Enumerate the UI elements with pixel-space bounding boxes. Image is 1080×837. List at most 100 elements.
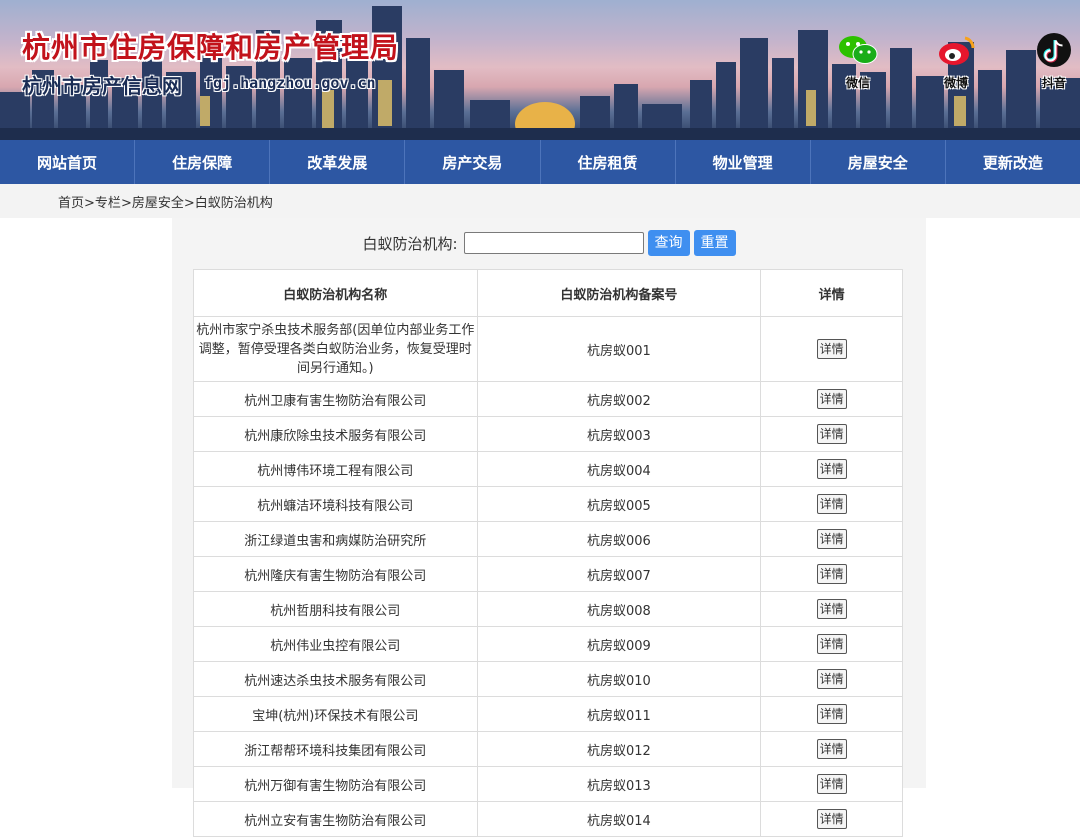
detail-button[interactable]: 详情 — [816, 529, 847, 549]
nav-item-rental[interactable]: 住房租赁 — [541, 140, 676, 184]
douyin-label: 抖音 — [1041, 76, 1066, 90]
nav-item-property-management[interactable]: 物业管理 — [676, 140, 811, 184]
content-panel: 白蚁防治机构: 查询 重置 白蚁防治机构名称 白蚁防治机构备案号 详情 杭州市家… — [172, 218, 926, 837]
detail-button[interactable]: 详情 — [816, 389, 847, 409]
org-name-cell: 杭州隆庆有害生物防治有限公司 — [193, 556, 478, 592]
org-name-cell: 杭州哲朋科技有限公司 — [193, 591, 478, 627]
table-row: 杭州卫康有害生物防治有限公司 杭房蚁002 详情 — [193, 381, 903, 417]
nav-item-home[interactable]: 网站首页 — [0, 140, 136, 184]
org-name-cell: 杭州博伟环境工程有限公司 — [193, 451, 478, 487]
table-row: 杭州博伟环境工程有限公司 杭房蚁004 详情 — [193, 451, 903, 487]
search-label: 白蚁防治机构: — [362, 234, 458, 253]
org-code-cell: 杭房蚁011 — [476, 696, 762, 732]
detail-cell: 详情 — [760, 556, 903, 592]
query-button[interactable]: 查询 — [647, 230, 690, 256]
detail-cell: 详情 — [760, 381, 903, 417]
org-name-cell: 杭州康欣除虫技术服务有限公司 — [193, 416, 478, 452]
nav-item-renewal[interactable]: 更新改造 — [946, 140, 1080, 184]
detail-button[interactable]: 详情 — [816, 599, 847, 619]
org-name-cell: 浙江帮帮环境科技集团有限公司 — [193, 731, 478, 767]
org-code-cell: 杭房蚁004 — [476, 451, 762, 487]
main-nav: 网站首页 住房保障 改革发展 房产交易 住房租赁 物业管理 房屋安全 更新改造 — [0, 140, 1080, 184]
breadcrumb: 首页>专栏>房屋安全>白蚁防治机构 — [0, 184, 1080, 218]
detail-button[interactable]: 详情 — [816, 339, 847, 359]
detail-button[interactable]: 详情 — [816, 634, 847, 654]
org-name-cell: 杭州卫康有害生物防治有限公司 — [193, 381, 478, 417]
wechat-link[interactable]: 微信 — [834, 32, 882, 91]
search-input[interactable] — [463, 232, 644, 254]
detail-cell: 详情 — [760, 696, 903, 732]
detail-cell: 详情 — [760, 416, 903, 452]
table-row: 宝坤(杭州)环保技术有限公司 杭房蚁011 详情 — [193, 696, 903, 732]
breadcrumb-current: 白蚁防治机构 — [194, 195, 273, 211]
breadcrumb-separator: > — [120, 195, 132, 211]
nav-item-reform[interactable]: 改革发展 — [270, 140, 406, 184]
wechat-label: 微信 — [845, 76, 870, 90]
table-row: 浙江帮帮环境科技集团有限公司 杭房蚁012 详情 — [193, 731, 903, 767]
org-code-cell: 杭房蚁014 — [476, 801, 762, 837]
wechat-icon — [839, 36, 878, 64]
breadcrumb-home[interactable]: 首页 — [58, 196, 84, 211]
table-row: 浙江绿道虫害和病媒防治研究所 杭房蚁006 详情 — [193, 521, 903, 557]
detail-button[interactable]: 详情 — [816, 774, 847, 794]
nav-item-housing-security[interactable]: 住房保障 — [135, 140, 271, 184]
breadcrumb-separator: > — [183, 195, 195, 211]
column-header-code: 白蚁防治机构备案号 — [476, 269, 762, 317]
detail-cell: 详情 — [760, 801, 903, 837]
org-code-cell: 杭房蚁001 — [476, 316, 762, 382]
breadcrumb-housing-safety[interactable]: 房屋安全 — [132, 196, 184, 211]
reset-button[interactable]: 重置 — [693, 230, 736, 256]
detail-button[interactable]: 详情 — [816, 424, 847, 444]
breadcrumb-separator: > — [84, 195, 95, 211]
org-code-cell: 杭房蚁002 — [476, 381, 762, 417]
detail-button[interactable]: 详情 — [816, 494, 847, 514]
header-banner: 杭州市住房保障和房产管理局 杭州市房产信息网 fgj.hangzhou.gov.… — [0, 0, 1080, 140]
detail-cell: 详情 — [760, 451, 903, 487]
detail-button[interactable]: 详情 — [816, 739, 847, 759]
nav-item-property-trade[interactable]: 房产交易 — [405, 140, 541, 184]
org-code-cell: 杭房蚁003 — [476, 416, 762, 452]
site-domain: fgj.hangzhou.gov.cn — [204, 74, 376, 92]
org-name-cell: 杭州立安有害生物防治有限公司 — [193, 801, 478, 837]
org-name-cell: 浙江绿道虫害和病媒防治研究所 — [193, 521, 478, 557]
douyin-link[interactable]: 抖音 — [1030, 32, 1078, 91]
org-code-cell: 杭房蚁006 — [476, 521, 762, 557]
weibo-label: 微博 — [943, 76, 968, 90]
table-row: 杭州伟业虫控有限公司 杭房蚁009 详情 — [193, 626, 903, 662]
org-name-cell: 杭州市家宁杀虫技术服务部(因单位内部业务工作调整，暂停受理各类白蚁防治业务，恢复… — [193, 316, 478, 382]
site-title: 杭州市住房保障和房产管理局 — [22, 31, 400, 64]
org-code-cell: 杭房蚁010 — [476, 661, 762, 697]
detail-cell: 详情 — [760, 626, 903, 662]
nav-item-housing-safety[interactable]: 房屋安全 — [811, 140, 946, 184]
detail-cell: 详情 — [760, 661, 903, 697]
table-row: 杭州速达杀虫技术服务有限公司 杭房蚁010 详情 — [193, 661, 903, 697]
site-subtitle: 杭州市房产信息网 — [22, 74, 182, 98]
table-row: 杭州万御有害生物防治有限公司 杭房蚁013 详情 — [193, 766, 903, 802]
detail-button[interactable]: 详情 — [816, 669, 847, 689]
org-name-cell: 杭州速达杀虫技术服务有限公司 — [193, 661, 478, 697]
column-header-detail: 详情 — [760, 269, 903, 317]
detail-button[interactable]: 详情 — [816, 809, 847, 829]
detail-cell: 详情 — [760, 316, 903, 382]
detail-cell: 详情 — [760, 766, 903, 802]
breadcrumb-column[interactable]: 专栏 — [95, 196, 121, 211]
table-row: 杭州康欣除虫技术服务有限公司 杭房蚁003 详情 — [193, 416, 903, 452]
org-code-cell: 杭房蚁009 — [476, 626, 762, 662]
org-name-cell: 杭州伟业虫控有限公司 — [193, 626, 478, 662]
org-name-cell: 杭州蠊洁环境科技有限公司 — [193, 486, 478, 522]
detail-cell: 详情 — [760, 486, 903, 522]
detail-button[interactable]: 详情 — [816, 459, 847, 479]
detail-cell: 详情 — [760, 731, 903, 767]
column-header-name: 白蚁防治机构名称 — [193, 269, 478, 317]
termite-org-table: 白蚁防治机构名称 白蚁防治机构备案号 详情 杭州市家宁杀虫技术服务部(因单位内部… — [193, 269, 903, 837]
search-bar: 白蚁防治机构: 查询 重置 — [172, 230, 926, 256]
detail-button[interactable]: 详情 — [816, 704, 847, 724]
table-row: 杭州市家宁杀虫技术服务部(因单位内部业务工作调整，暂停受理各类白蚁防治业务，恢复… — [193, 316, 903, 382]
weibo-icon — [939, 36, 975, 65]
org-code-cell: 杭房蚁012 — [476, 731, 762, 767]
detail-button[interactable]: 详情 — [816, 564, 847, 584]
org-code-cell: 杭房蚁008 — [476, 591, 762, 627]
detail-cell: 详情 — [760, 521, 903, 557]
weibo-link[interactable]: 微博 — [932, 32, 980, 91]
org-code-cell: 杭房蚁007 — [476, 556, 762, 592]
